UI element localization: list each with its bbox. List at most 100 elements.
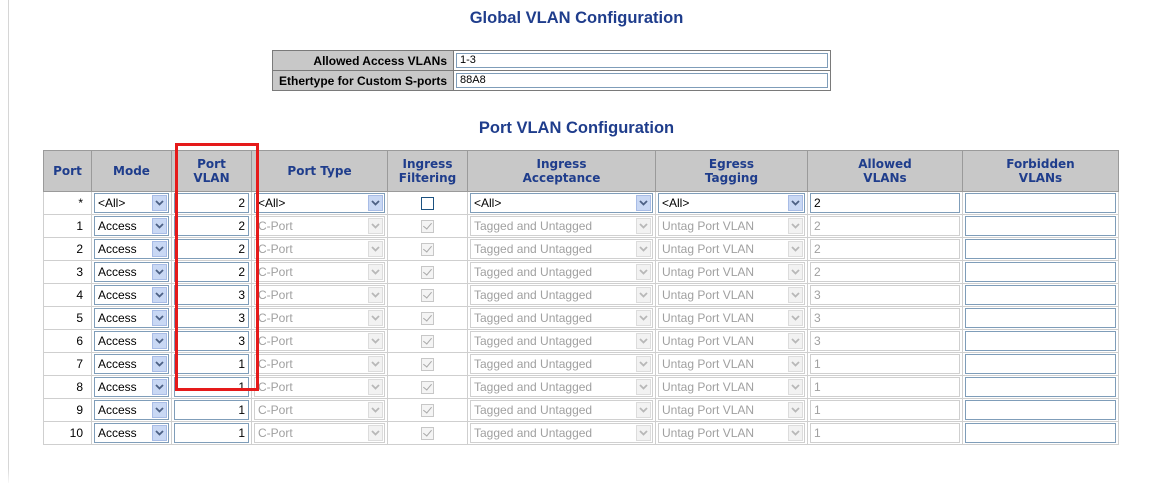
forbidden-vlans-cell [962, 260, 1119, 284]
column-header-text: Egress [708, 157, 755, 171]
forbidden-vlans-input[interactable] [965, 308, 1116, 328]
chevron-down-icon [636, 333, 651, 349]
allowed-vlans-cell: 2 [807, 214, 963, 238]
port-vlan-input[interactable]: 1 [174, 423, 249, 443]
table-row: 1 Access 2 C-Port Tagged and Untagged Untag P… [43, 214, 1119, 238]
allowed-access-vlans-label: Allowed Access VLANs [271, 50, 455, 71]
forbidden-vlans-input[interactable] [965, 354, 1116, 374]
port-vlan-input[interactable]: 1 [174, 400, 249, 420]
port-vlan-cell: 2 [171, 214, 252, 238]
chevron-down-icon[interactable] [152, 402, 167, 418]
port-vlan-input[interactable]: 3 [174, 285, 249, 305]
ingress-filtering-checkbox[interactable] [421, 197, 434, 211]
chevron-down-icon [788, 402, 803, 418]
column-header-text: Acceptance [522, 171, 601, 185]
port-cell: 8 [43, 375, 92, 399]
mode-select[interactable]: <All> [94, 193, 169, 213]
mode-cell: Access [91, 398, 172, 422]
mode-select[interactable]: Access [94, 308, 169, 328]
column-header-text: VLANs [1018, 171, 1063, 185]
mode-select[interactable]: Access [94, 377, 169, 397]
chevron-down-icon[interactable] [152, 264, 167, 280]
port-vlan-cell: 3 [171, 283, 252, 307]
chevron-down-icon [636, 264, 651, 280]
port-type-cell: C-Port [251, 421, 388, 445]
mode-value: Access [98, 426, 137, 440]
chevron-down-icon[interactable] [152, 287, 167, 303]
chevron-down-icon[interactable] [152, 310, 167, 326]
port-vlan-title: Port VLAN Configuration [478, 119, 675, 137]
chevron-down-icon[interactable] [152, 218, 167, 234]
ingress-acceptance-select: Tagged and Untagged [470, 239, 653, 259]
port-type-cell: C-Port [251, 375, 388, 399]
ingress-acceptance-value: Tagged and Untagged [474, 380, 593, 394]
mode-select[interactable]: Access [94, 400, 169, 420]
port-vlan-input[interactable]: 3 [174, 308, 249, 328]
table-row: * <All> 2 <All> <All> <All> 2 [43, 191, 1119, 215]
forbidden-vlans-input[interactable] [965, 239, 1116, 259]
mode-select[interactable]: Access [94, 216, 169, 236]
mode-cell: Access [91, 260, 172, 284]
mode-value: Access [98, 403, 137, 417]
port-cell: 7 [43, 352, 92, 376]
chevron-down-icon[interactable] [152, 333, 167, 349]
port-type-value: C-Port [258, 311, 293, 325]
allowed-vlans-cell: 1 [807, 375, 963, 399]
port-vlan-input[interactable]: 1 [174, 354, 249, 374]
chevron-down-icon[interactable] [152, 379, 167, 395]
port-vlan-input[interactable]: 2 [174, 216, 249, 236]
mode-select[interactable]: Access [94, 331, 169, 351]
allowed-vlans-cell: 3 [807, 283, 963, 307]
allowed-vlans-input[interactable]: 2 [810, 193, 960, 213]
chevron-down-icon[interactable] [152, 241, 167, 257]
chevron-down-icon [636, 241, 651, 257]
column-header-mode: Mode [91, 150, 172, 192]
mode-select[interactable]: Access [94, 239, 169, 259]
mode-cell: Access [91, 375, 172, 399]
ingress-acceptance-cell: Tagged and Untagged [467, 214, 656, 238]
forbidden-vlans-input[interactable] [965, 262, 1116, 282]
mode-select[interactable]: Access [94, 354, 169, 374]
ingress-acceptance-cell: Tagged and Untagged [467, 329, 656, 353]
ingress-filtering-checkbox [421, 427, 434, 441]
port-type-cell: C-Port [251, 398, 388, 422]
port-vlan-table: Port Mode Port VLAN Port Type Ingress Filterin… [43, 150, 1119, 445]
mode-select[interactable]: Access [94, 285, 169, 305]
port-vlan-input[interactable]: 1 [174, 377, 249, 397]
mode-select[interactable]: Access [94, 262, 169, 282]
egress-tagging-select[interactable]: <All> [658, 193, 805, 213]
column-header-text: Allowed [858, 157, 912, 171]
column-header-text: Port [53, 164, 82, 178]
chevron-down-icon [788, 264, 803, 280]
port-type-select[interactable]: <All> [254, 193, 385, 213]
forbidden-vlans-input[interactable] [965, 423, 1116, 443]
egress-tagging-select: Untag Port VLAN [658, 400, 805, 420]
chevron-down-icon[interactable] [152, 195, 167, 211]
port-vlan-input[interactable]: 2 [174, 193, 249, 213]
egress-tagging-value: Untag Port VLAN [662, 242, 755, 256]
port-type-select: C-Port [254, 262, 385, 282]
egress-tagging-select: Untag Port VLAN [658, 285, 805, 305]
chevron-down-icon[interactable] [152, 425, 167, 441]
forbidden-vlans-input[interactable] [965, 193, 1116, 213]
chevron-down-icon[interactable] [368, 195, 383, 211]
forbidden-vlans-input[interactable] [965, 285, 1116, 305]
forbidden-vlans-input[interactable] [965, 377, 1116, 397]
column-header-egress-tagging: Egress Tagging [655, 150, 808, 192]
port-vlan-input[interactable]: 2 [174, 262, 249, 282]
port-vlan-input[interactable]: 3 [174, 331, 249, 351]
forbidden-vlans-input[interactable] [965, 216, 1116, 236]
chevron-down-icon[interactable] [152, 356, 167, 372]
chevron-down-icon[interactable] [636, 195, 651, 211]
ingress-acceptance-value: Tagged and Untagged [474, 403, 593, 417]
forbidden-vlans-input[interactable] [965, 400, 1116, 420]
ingress-acceptance-value: Tagged and Untagged [474, 311, 593, 325]
ingress-acceptance-select[interactable]: <All> [470, 193, 653, 213]
port-vlan-input[interactable]: 2 [174, 239, 249, 259]
allowed-access-vlans-input[interactable]: 1-3 [456, 53, 829, 68]
allowed-vlans-input: 2 [810, 239, 960, 259]
ethertype-input[interactable]: 88A8 [456, 73, 829, 88]
mode-select[interactable]: Access [94, 423, 169, 443]
forbidden-vlans-input[interactable] [965, 331, 1116, 351]
chevron-down-icon[interactable] [788, 195, 803, 211]
